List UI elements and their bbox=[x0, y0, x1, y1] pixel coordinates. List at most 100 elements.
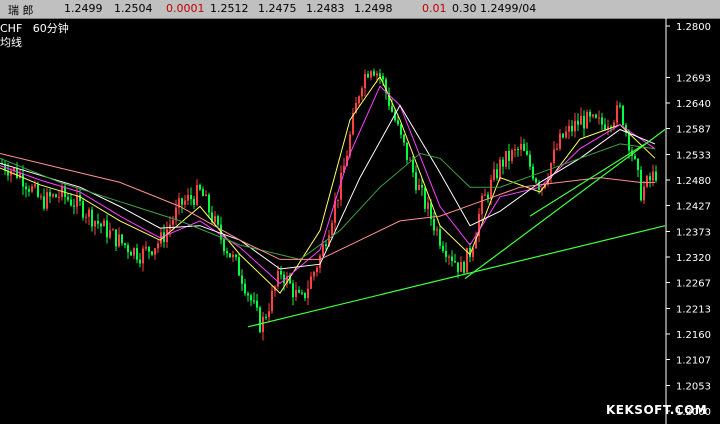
candle bbox=[31, 184, 33, 194]
candle bbox=[439, 225, 441, 250]
candle bbox=[139, 253, 141, 268]
candle bbox=[232, 250, 234, 263]
quote-value-1: 1.2499 bbox=[64, 2, 103, 15]
y-tick-label: 1.2587 bbox=[676, 125, 711, 136]
candle bbox=[202, 186, 204, 197]
candle bbox=[619, 102, 621, 109]
candle bbox=[637, 158, 639, 178]
candle bbox=[643, 181, 645, 205]
candle bbox=[526, 142, 528, 156]
candle bbox=[100, 222, 102, 234]
candle bbox=[532, 163, 534, 181]
candle bbox=[208, 193, 210, 219]
candle bbox=[271, 284, 273, 314]
candle bbox=[301, 289, 303, 295]
candle bbox=[256, 293, 258, 312]
candle bbox=[205, 190, 207, 197]
candle bbox=[187, 188, 189, 205]
candle bbox=[427, 196, 429, 217]
candle bbox=[268, 303, 270, 323]
candle bbox=[604, 118, 606, 131]
candle bbox=[223, 237, 225, 256]
candle bbox=[598, 110, 600, 125]
candle bbox=[241, 269, 243, 292]
candle bbox=[25, 182, 27, 198]
candle bbox=[577, 113, 579, 132]
candle bbox=[373, 68, 375, 77]
candle bbox=[505, 150, 507, 170]
candle bbox=[73, 198, 75, 215]
candle bbox=[550, 162, 552, 184]
candle bbox=[436, 226, 438, 236]
candle bbox=[292, 280, 294, 306]
candle bbox=[148, 246, 150, 260]
candle bbox=[19, 169, 21, 180]
candle bbox=[517, 146, 519, 157]
y-tick-label: 1.2533 bbox=[676, 150, 711, 161]
candle bbox=[253, 292, 255, 305]
candle bbox=[586, 109, 588, 129]
candle bbox=[94, 220, 96, 236]
candle bbox=[622, 104, 624, 127]
candle bbox=[433, 212, 435, 236]
candle bbox=[40, 193, 42, 200]
candle bbox=[142, 245, 144, 272]
candle bbox=[565, 125, 567, 140]
candle bbox=[553, 141, 555, 167]
y-tick-label: 1.2107 bbox=[676, 356, 711, 367]
candle bbox=[88, 207, 90, 226]
candle bbox=[244, 279, 246, 296]
candle bbox=[367, 70, 369, 79]
candle bbox=[529, 150, 531, 170]
candle bbox=[316, 265, 318, 277]
candle bbox=[607, 119, 609, 136]
candle bbox=[52, 193, 54, 199]
y-tick-label: 1.2053 bbox=[676, 381, 711, 392]
quote-change: 0.0001 bbox=[166, 2, 205, 15]
candle bbox=[28, 185, 30, 197]
candle bbox=[451, 250, 453, 267]
candle bbox=[70, 193, 72, 207]
candle bbox=[193, 195, 195, 209]
candle bbox=[130, 250, 132, 256]
quote-value-5: 1.2483 bbox=[306, 2, 345, 15]
candle bbox=[364, 69, 366, 97]
watermark: KEKSOFT.COM bbox=[606, 403, 708, 417]
candle bbox=[109, 222, 111, 240]
candle bbox=[478, 207, 480, 242]
y-tick-label: 1.2427 bbox=[676, 202, 711, 213]
candle bbox=[571, 120, 573, 137]
candle bbox=[406, 142, 408, 164]
candle bbox=[55, 193, 57, 198]
y-tick-label: 1.2480 bbox=[676, 176, 711, 187]
candle bbox=[235, 253, 237, 261]
candle bbox=[403, 134, 405, 146]
candle bbox=[520, 136, 522, 157]
candle bbox=[601, 112, 603, 131]
quote-value-6: 1.2498 bbox=[354, 2, 393, 15]
candle bbox=[304, 292, 306, 302]
candle bbox=[634, 153, 636, 161]
y-tick-label: 1.2640 bbox=[676, 99, 711, 110]
candle bbox=[652, 164, 654, 187]
price-chart[interactable]: 1.2800 1.2693 1.2640 1.2587 1.2533 1.2480 1.24… bbox=[0, 18, 720, 424]
candle bbox=[523, 138, 525, 152]
candle bbox=[352, 107, 354, 136]
candle bbox=[67, 193, 69, 202]
candle bbox=[358, 95, 360, 106]
candle bbox=[121, 234, 123, 246]
candle bbox=[151, 250, 153, 257]
candle bbox=[487, 191, 489, 203]
candle bbox=[646, 174, 648, 189]
candle bbox=[649, 172, 651, 188]
candle bbox=[58, 190, 60, 203]
candle bbox=[124, 242, 126, 249]
moving-average-line-3 bbox=[0, 104, 656, 270]
candle bbox=[103, 218, 105, 227]
quote-value-3: 1.2512 bbox=[210, 2, 249, 15]
candle bbox=[286, 271, 288, 288]
candle bbox=[493, 161, 495, 182]
y-tick-label: 1.2693 bbox=[676, 73, 711, 84]
quote-value-8: 1.2499/04 bbox=[480, 2, 537, 15]
candle bbox=[277, 265, 279, 290]
